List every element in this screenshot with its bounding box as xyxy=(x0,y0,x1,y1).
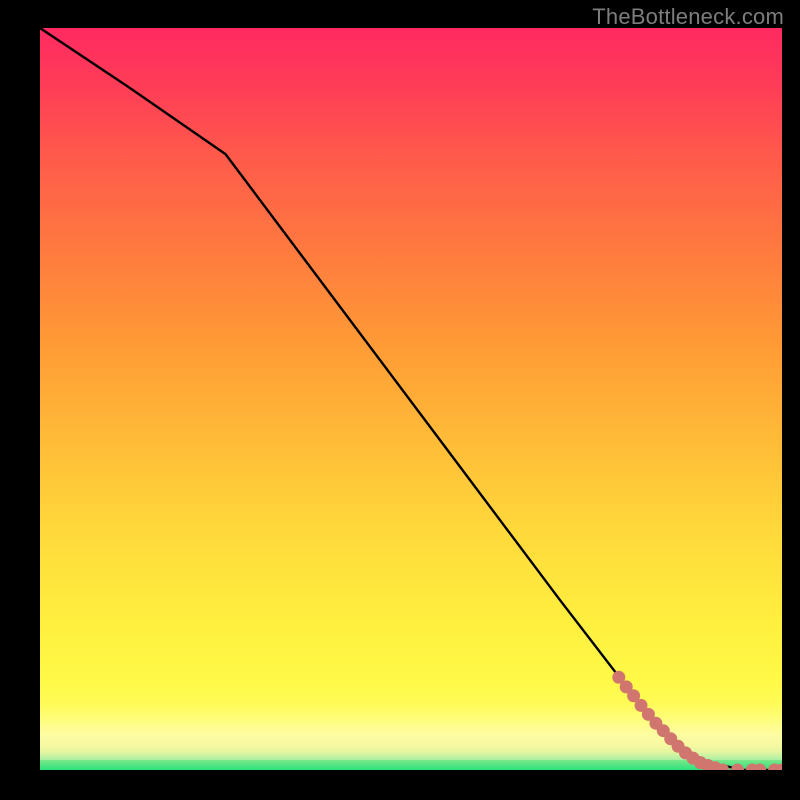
bottleneck-curve xyxy=(40,28,782,770)
watermark-text: TheBottleneck.com xyxy=(592,4,784,30)
plot-area xyxy=(40,28,782,770)
chart-svg xyxy=(40,28,782,770)
chart-frame: TheBottleneck.com xyxy=(0,0,800,800)
marker-point xyxy=(731,764,744,771)
marker-layer xyxy=(612,671,782,770)
curve-layer xyxy=(40,28,782,770)
